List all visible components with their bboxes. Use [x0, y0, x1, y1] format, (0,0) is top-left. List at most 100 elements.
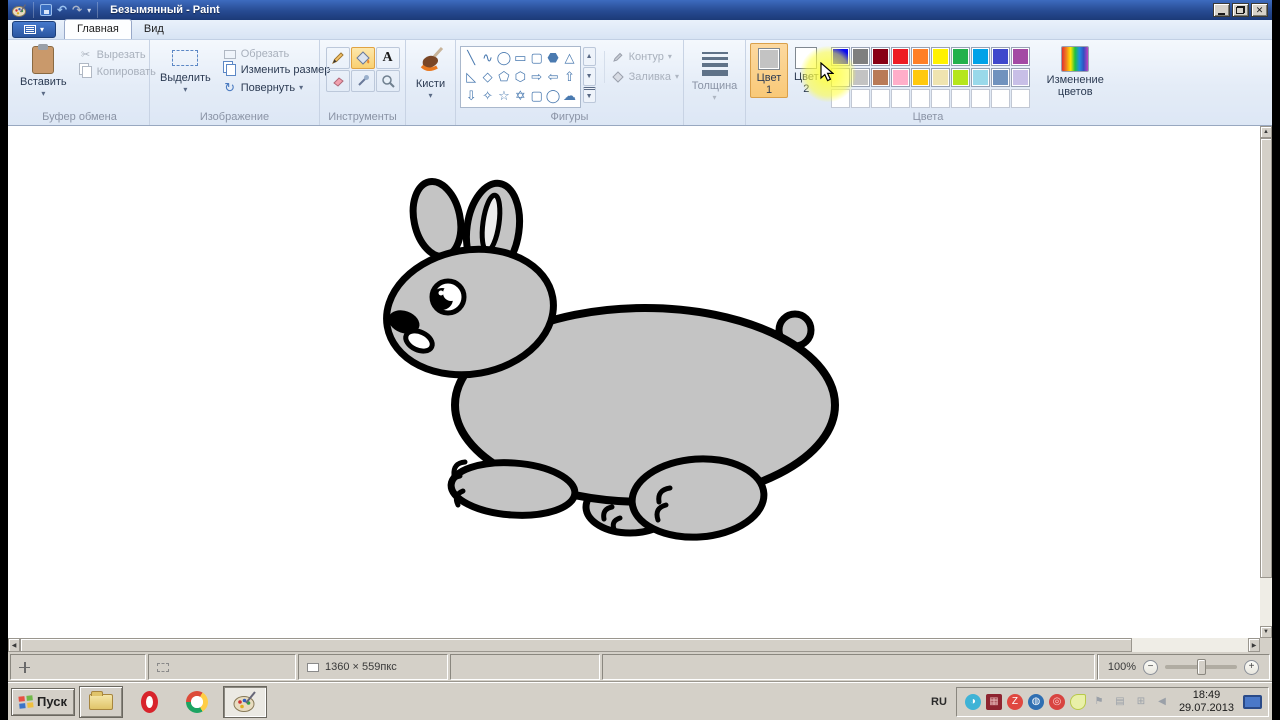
palette-color-2-4[interactable] [911, 89, 930, 108]
zoom-slider[interactable] [1165, 665, 1237, 669]
shape-callout-rounded[interactable]: ▢ [531, 87, 543, 105]
language-indicator[interactable]: RU [926, 694, 952, 710]
tray-app-leaf[interactable] [1070, 694, 1086, 710]
palette-color-0-4[interactable] [911, 47, 930, 66]
palette-color-2-2[interactable] [871, 89, 890, 108]
scroll-left-arrow[interactable]: ◀ [8, 638, 20, 652]
fill-button[interactable]: Заливка ▾ [611, 71, 679, 83]
tab-view[interactable]: Вид [132, 20, 176, 39]
shape-arrow-up[interactable]: ⇧ [564, 68, 575, 86]
palette-color-0-9[interactable] [1011, 47, 1030, 66]
edit-colors-button[interactable]: Изменениецветов [1041, 43, 1110, 99]
palette-color-0-6[interactable] [951, 47, 970, 66]
palette-color-2-6[interactable] [951, 89, 970, 108]
shape-star-6[interactable]: ✡ [515, 87, 526, 105]
shape-rounded-rectangle[interactable]: ▢ [531, 49, 543, 67]
palette-color-1-3[interactable] [891, 68, 910, 87]
resize-button[interactable]: Изменить размер [223, 64, 331, 76]
palette-color-1-9[interactable] [1011, 68, 1030, 87]
palette-color-2-1[interactable] [851, 89, 870, 108]
file-menu-button[interactable]: ▾ [12, 21, 56, 38]
palette-color-2-5[interactable] [931, 89, 950, 108]
tray-flag[interactable]: ⚑ [1091, 694, 1107, 710]
palette-color-2-0[interactable] [831, 89, 850, 108]
paste-button[interactable]: Вставить ▾ [14, 43, 73, 99]
shape-right-triangle[interactable]: ◺ [466, 68, 476, 86]
shape-callout-oval[interactable]: ◯ [546, 87, 561, 105]
save-icon[interactable] [40, 4, 52, 16]
shape-polygon[interactable]: ⬣ [547, 49, 558, 67]
palette-color-1-6[interactable] [951, 68, 970, 87]
thickness-button[interactable]: Толщина ▾ [686, 43, 744, 103]
shapes-more-button[interactable]: ▼ [583, 87, 596, 103]
pencil-tool[interactable] [326, 47, 350, 69]
scroll-down-arrow[interactable]: ▼ [1260, 626, 1272, 638]
tray-volume[interactable]: ◀ [1154, 694, 1170, 710]
shapes-scroll-up[interactable]: ▲ [583, 47, 596, 66]
shape-star-4[interactable]: ✧ [482, 87, 493, 105]
palette-color-0-8[interactable] [991, 47, 1010, 66]
palette-color-1-2[interactable] [871, 68, 890, 87]
redo-icon[interactable]: ↷ [72, 4, 82, 16]
select-button[interactable]: Выделить ▾ [154, 43, 217, 95]
palette-color-2-7[interactable] [971, 89, 990, 108]
shape-triangle[interactable]: △ [564, 49, 574, 67]
taskbar-explorer-button[interactable] [79, 686, 123, 718]
palette-color-2-3[interactable] [891, 89, 910, 108]
undo-icon[interactable]: ↶ [57, 4, 67, 16]
fill-bucket-tool[interactable] [351, 47, 375, 69]
copy-button[interactable]: Копировать [79, 66, 156, 78]
shape-star-5[interactable]: ☆ [498, 87, 510, 105]
rotate-button[interactable]: ↻ Повернуть ▾ [223, 80, 331, 96]
palette-color-1-8[interactable] [991, 68, 1010, 87]
tray-monitor[interactable]: ⊞ [1133, 694, 1149, 710]
color-picker-tool[interactable] [351, 70, 375, 92]
tray-app-film[interactable]: ▦ [986, 694, 1002, 710]
palette-color-2-9[interactable] [1011, 89, 1030, 108]
horizontal-scroll-thumb[interactable] [20, 638, 1132, 652]
shape-curve[interactable]: ∿ [482, 49, 493, 67]
shape-pentagon[interactable]: ⬠ [498, 68, 509, 86]
palette-color-2-8[interactable] [991, 89, 1010, 108]
taskbar-chrome-button[interactable] [175, 686, 219, 718]
vertical-scrollbar[interactable]: ▲ ▼ [1260, 126, 1272, 638]
palette-color-1-7[interactable] [971, 68, 990, 87]
zoom-in-button[interactable]: + [1244, 660, 1259, 675]
palette-color-0-2[interactable] [871, 47, 890, 66]
palette-color-0-7[interactable] [971, 47, 990, 66]
horizontal-scrollbar[interactable]: ◀ ▶ [8, 638, 1272, 652]
vertical-scroll-thumb[interactable] [1260, 138, 1272, 578]
taskbar-opera-button[interactable] [127, 686, 171, 718]
palette-color-1-5[interactable] [931, 68, 950, 87]
shapes-scroll-down[interactable]: ▼ [583, 67, 596, 86]
tray-clipboard[interactable]: ▤ [1112, 694, 1128, 710]
shape-arrow-left[interactable]: ⇦ [548, 68, 559, 86]
shape-diamond[interactable]: ◇ [483, 68, 493, 86]
qat-dropdown-caret[interactable]: ▾ [87, 6, 91, 15]
crop-button[interactable]: Обрезать [223, 48, 331, 60]
shape-arrow-down[interactable]: ⇩ [466, 87, 477, 105]
palette-color-1-4[interactable] [911, 68, 930, 87]
shape-hexagon[interactable]: ⬡ [515, 68, 526, 86]
text-tool[interactable]: A [376, 47, 400, 69]
palette-color-0-3[interactable] [891, 47, 910, 66]
shape-arrow-right[interactable]: ⇨ [531, 68, 542, 86]
scroll-up-arrow[interactable]: ▲ [1260, 126, 1272, 138]
outline-button[interactable]: Контур ▾ [611, 51, 679, 63]
palette-color-0-5[interactable] [931, 47, 950, 66]
tray-app-teal[interactable]: ◑ [965, 694, 981, 710]
tray-app-zona[interactable]: Z [1007, 694, 1023, 710]
cut-button[interactable]: ✂ Вырезать [79, 48, 156, 61]
start-button[interactable]: Пуск [11, 688, 75, 716]
shape-ellipse[interactable]: ◯ [497, 49, 512, 67]
drawing-canvas[interactable] [8, 126, 1260, 638]
palette-color-0-1[interactable] [851, 47, 870, 66]
zoom-slider-thumb[interactable] [1197, 659, 1206, 675]
eraser-tool[interactable] [326, 70, 350, 92]
color2-button[interactable]: Цвет2 [788, 43, 825, 96]
color1-button[interactable]: Цвет1 [750, 43, 788, 98]
shape-callout-cloud[interactable]: ☁ [563, 87, 576, 105]
clock[interactable]: 18:49 29.07.2013 [1175, 689, 1238, 715]
palette-color-1-1[interactable] [851, 68, 870, 87]
palette-color-1-0[interactable] [831, 68, 850, 87]
